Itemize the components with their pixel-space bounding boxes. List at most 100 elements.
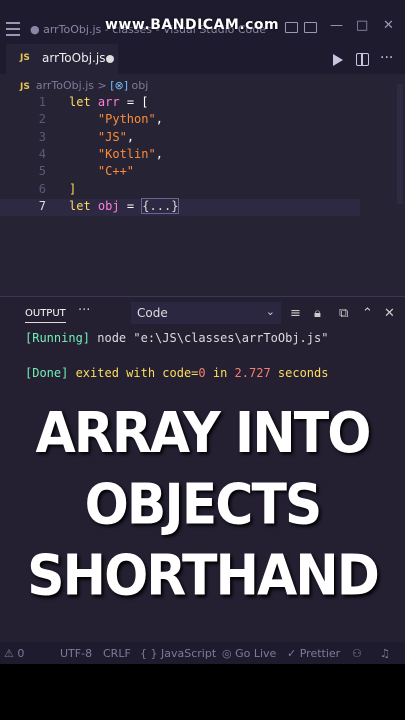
code-line[interactable]: 1 let arr = [ xyxy=(0,95,360,112)
line-number: 1 xyxy=(38,95,46,109)
javascript-file-icon: JS xyxy=(20,82,30,92)
symbol-variable-icon: [⊗] xyxy=(110,79,129,92)
prettier-indicator[interactable]: ✓ Prettier xyxy=(287,647,340,660)
code-line[interactable]: 2 "Python", xyxy=(0,112,360,129)
problems-count: 0 xyxy=(17,647,25,660)
code-line[interactable]: 7 let obj = {...} xyxy=(0,197,360,216)
hamburger-menu-icon[interactable] xyxy=(6,22,20,36)
elapsed-time: 2.727 xyxy=(234,366,271,380)
line-number: 6 xyxy=(38,181,46,196)
split-editor-icon[interactable] xyxy=(356,53,369,66)
code-line[interactable]: 4 "Kotlin", xyxy=(0,147,360,164)
code-token: , xyxy=(126,129,135,144)
running-command: node "e:\JS\classes\arrToObj.js" xyxy=(90,331,329,345)
javascript-file-icon: JS xyxy=(20,53,30,63)
breadcrumb-separator: > xyxy=(97,79,107,92)
status-bar: ⚠ 0 UTF-8 CRLF { } JavaScript ◎ Go Live … xyxy=(0,642,405,664)
breadcrumb-symbol[interactable]: obj xyxy=(132,79,149,92)
done-text: exited with xyxy=(68,366,163,380)
code-text: "Kotlin", xyxy=(69,147,163,161)
line-number: 4 xyxy=(38,146,46,161)
breadcrumb-file[interactable]: arrToObj.js xyxy=(36,79,94,92)
code-text: "JS", xyxy=(69,130,134,144)
panel-toggle-icon[interactable] xyxy=(304,22,317,33)
code-token: ] xyxy=(69,181,77,196)
line-number: 7 xyxy=(38,198,46,213)
code-token: obj xyxy=(97,198,120,213)
output-done-line: [Done] exited with code=0 in 2.727 secon… xyxy=(25,366,328,380)
editor-tab-bar: JS arrToObj.js xyxy=(0,44,405,76)
exit-code-label: code= xyxy=(162,366,199,380)
line-number: 3 xyxy=(38,129,46,144)
chevron-down-icon: ⌄ xyxy=(265,305,275,318)
output-channel-value: Code xyxy=(137,306,168,320)
done-text-seconds: seconds xyxy=(270,366,329,380)
video-caption: ARRAY INTO OBJECTS SHORTHAND xyxy=(0,398,405,612)
prettier-label: Prettier xyxy=(299,647,341,660)
accounts-icon[interactable]: ⚇ xyxy=(352,647,362,660)
language-indicator[interactable]: { } JavaScript xyxy=(140,647,216,660)
code-token: = xyxy=(119,198,142,213)
output-running-line: [Running] node "e:\JS\classes\arrToObj.j… xyxy=(25,331,328,345)
panel-more-icon[interactable]: ··· xyxy=(78,303,90,318)
notifications-bell-icon[interactable]: ♫ xyxy=(380,647,390,660)
code-text: "C++" xyxy=(69,164,134,178)
tab-arrtoobj[interactable]: JS arrToObj.js xyxy=(6,44,118,76)
line-number: 5 xyxy=(38,164,46,179)
more-actions-icon[interactable]: ··· xyxy=(380,50,393,66)
language-label: JavaScript xyxy=(161,647,217,660)
code-line[interactable]: 3 "JS", xyxy=(0,130,360,147)
open-in-editor-icon[interactable]: ⧉ xyxy=(339,306,348,321)
code-text: ] xyxy=(69,182,76,196)
layout-toggle-icon[interactable] xyxy=(285,22,298,33)
unsaved-dot-icon[interactable] xyxy=(106,55,114,63)
go-live-button[interactable]: ◎ Go Live xyxy=(222,647,276,660)
code-text: let arr = [ xyxy=(69,95,149,109)
code-editor[interactable]: JS arrToObj.js > [⊗] obj 1 let arr = [ 2 "P… xyxy=(0,74,405,296)
run-code-icon[interactable] xyxy=(333,54,343,66)
minimap[interactable] xyxy=(397,84,403,204)
code-token: "C++" xyxy=(97,164,135,179)
close-window-button[interactable]: ✕ xyxy=(383,18,394,33)
code-token: "Kotlin" xyxy=(97,146,156,161)
done-tag: [Done] xyxy=(25,366,69,380)
caption-line-2: OBJECTS xyxy=(84,472,323,538)
code-token: let xyxy=(69,95,91,109)
exit-code-value: 0 xyxy=(198,366,206,380)
output-channel-select[interactable]: Code ⌄ xyxy=(131,302,281,324)
maximize-panel-icon[interactable]: ⌃ xyxy=(362,306,373,321)
problems-indicator[interactable]: ⚠ 0 xyxy=(4,647,24,660)
caption-line-3: SHORTHAND xyxy=(27,543,380,609)
close-panel-icon[interactable]: ✕ xyxy=(384,306,395,321)
tab-label: arrToObj.js xyxy=(42,51,106,65)
tab-output[interactable]: OUTPUT xyxy=(25,308,66,323)
code-token: arr xyxy=(97,95,120,109)
code-token: let xyxy=(69,198,91,213)
watermark-text: www.BANDICAM.com xyxy=(105,17,280,33)
line-number: 2 xyxy=(38,112,46,127)
running-tag: [Running] xyxy=(25,331,91,345)
code-line[interactable]: 6] xyxy=(0,182,360,199)
clear-output-icon[interactable]: ≡ xyxy=(290,306,301,321)
go-live-label: Go Live xyxy=(235,647,277,660)
code-text: "Python", xyxy=(69,112,163,126)
folded-region[interactable]: {...} xyxy=(141,197,180,214)
code-token: = [ xyxy=(119,95,149,109)
code-token: "Python" xyxy=(97,112,156,127)
code-token: , xyxy=(155,112,163,127)
lock-scroll-icon[interactable]: 🔒︎ xyxy=(314,306,321,321)
caption-line-1: ARRAY INTO xyxy=(35,401,372,467)
code-line[interactable]: 5 "C++" xyxy=(0,164,360,181)
title-bar: ● arrToObj.js - classes - Visual Studio … xyxy=(0,0,405,44)
minimize-button[interactable]: — xyxy=(330,18,343,33)
breadcrumb: JS arrToObj.js > [⊗] obj xyxy=(20,79,148,92)
encoding-indicator[interactable]: UTF-8 xyxy=(60,647,92,660)
eol-indicator[interactable]: CRLF xyxy=(103,647,131,660)
maximize-button[interactable]: □ xyxy=(356,18,368,33)
code-token: , xyxy=(155,146,163,161)
